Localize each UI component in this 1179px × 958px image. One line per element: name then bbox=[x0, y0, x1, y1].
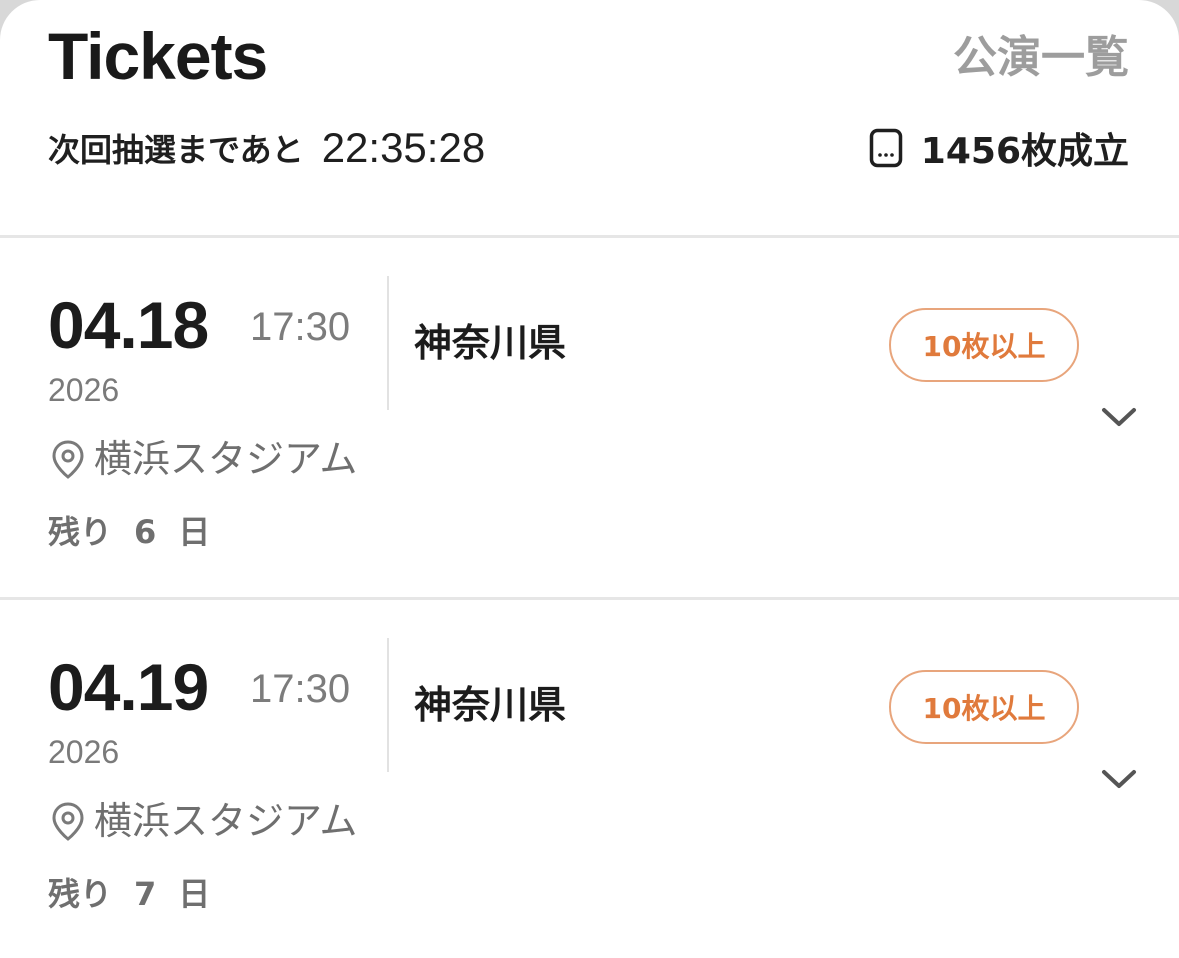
venue-name: 横浜スタジアム bbox=[94, 799, 358, 843]
days-remaining-value: 7 bbox=[134, 875, 157, 913]
days-remaining: 残り 6 日 bbox=[48, 510, 210, 554]
tickets-sold-summary: 1456枚成立 bbox=[869, 118, 1129, 178]
event-venue: 横浜スタジアム bbox=[50, 434, 357, 484]
days-remaining-prefix: 残り bbox=[48, 875, 113, 913]
location-pin-icon bbox=[52, 440, 84, 479]
event-time: 17:30 bbox=[250, 305, 351, 349]
event-card[interactable]: 04.19 17:30 2026 神奈川県 10枚以上 横浜スタジアム 残り 7… bbox=[0, 600, 1179, 958]
header: Tickets 公演一覧 次回抽選まであと 22:35:28 1456枚成立 bbox=[0, 0, 1179, 236]
chevron-down-icon[interactable] bbox=[1098, 762, 1140, 798]
next-draw-countdown: 次回抽選まであと 22:35:28 bbox=[48, 118, 485, 178]
event-year: 2026 bbox=[48, 734, 120, 770]
days-remaining: 残り 7 日 bbox=[48, 872, 210, 916]
event-year: 2026 bbox=[48, 372, 120, 408]
event-card[interactable]: 04.18 17:30 2026 神奈川県 10枚以上 横浜スタジアム 残り 6… bbox=[0, 238, 1179, 598]
vertical-divider bbox=[387, 638, 389, 772]
chevron-down-icon[interactable] bbox=[1098, 400, 1140, 436]
ticket-quantity-badge: 10枚以上 bbox=[889, 308, 1079, 382]
next-draw-timer: 22:35:28 bbox=[321, 124, 486, 171]
event-venue: 横浜スタジアム bbox=[50, 796, 357, 846]
event-date: 04.19 bbox=[48, 650, 209, 724]
event-date: 04.18 bbox=[48, 288, 209, 362]
event-prefecture: 神奈川県 bbox=[414, 321, 567, 365]
days-remaining-prefix: 残り bbox=[48, 513, 113, 551]
vertical-divider bbox=[387, 276, 389, 410]
ticket-icon bbox=[869, 128, 903, 168]
venue-name: 横浜スタジアム bbox=[94, 437, 358, 481]
days-remaining-suffix: 日 bbox=[178, 513, 211, 551]
ticket-quantity-badge: 10枚以上 bbox=[889, 670, 1079, 744]
event-list-link[interactable]: 公演一覧 bbox=[953, 28, 1129, 88]
next-draw-label: 次回抽選まであと bbox=[48, 131, 304, 169]
tickets-sold-count: 1456枚成立 bbox=[920, 131, 1129, 172]
location-pin-icon bbox=[52, 802, 84, 841]
event-prefecture: 神奈川県 bbox=[414, 683, 567, 727]
event-time: 17:30 bbox=[250, 667, 351, 711]
days-remaining-value: 6 bbox=[134, 513, 157, 551]
page-title: Tickets bbox=[48, 19, 268, 93]
tickets-sheet: Tickets 公演一覧 次回抽選まであと 22:35:28 1456枚成立 0… bbox=[0, 0, 1179, 958]
days-remaining-suffix: 日 bbox=[178, 875, 211, 913]
